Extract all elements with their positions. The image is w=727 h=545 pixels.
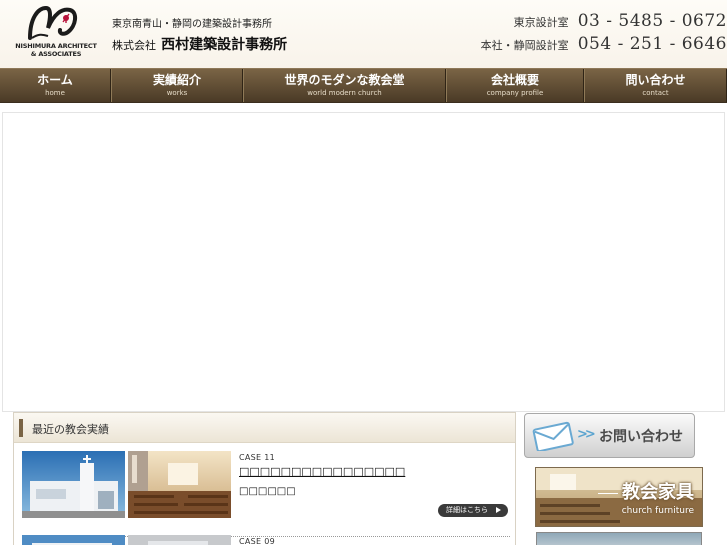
case-detail-button[interactable]: 詳細はこちら [438, 504, 508, 517]
company-logo[interactable]: NISHIMURA ARCHITECT & ASSOCIATES [6, 4, 102, 62]
church-furniture-banner[interactable]: 教会家具 church furniture [535, 467, 703, 527]
case-interior-thumbnail[interactable] [128, 535, 231, 545]
nav-world-modern-church[interactable]: 世界のモダンな教会堂 world modern church [243, 69, 446, 102]
sidebar-banner[interactable] [536, 532, 702, 545]
logo-line-2: & ASSOCIATES [30, 50, 82, 58]
company-name: 株式会社 西村建築設計事務所 [112, 34, 287, 54]
phone-shizuoka: 本社・静岡設計室 054 - 251 - 6646 [481, 34, 727, 54]
church-exterior-image [22, 451, 125, 518]
nav-label: ホーム [37, 73, 73, 87]
site-header: NISHIMURA ARCHITECT & ASSOCIATES 東京南青山・静… [0, 0, 727, 68]
case-item: CASE 11 □□□□□□□□□□□□□□□□ □□□□□□ 詳細はこちら [22, 451, 510, 537]
double-chevron-right-icon: >> [577, 427, 596, 442]
case-item: CASE 09 [22, 535, 510, 545]
nav-label: 問い合わせ [625, 73, 686, 87]
company-prefix: 株式会社 [112, 39, 156, 52]
detail-button-label: 詳細はこちら [446, 506, 488, 514]
nav-works[interactable]: 実績紹介 works [111, 69, 243, 102]
case-exterior-thumbnail[interactable] [22, 535, 125, 545]
church-exterior-image [22, 535, 125, 545]
recent-works-panel: 最近の教会実績 CASE 11 □□□□□□□□□□□□□□□□ □□□□□□ … [13, 412, 516, 545]
church-furniture-sublabel: church furniture [621, 506, 694, 516]
logo-text: NISHIMURA ARCHITECT & ASSOCIATES [6, 42, 106, 58]
site-tagline: 東京南青山・静岡の建築設計事務所 [112, 19, 272, 30]
phone-number: 03 - 5485 - 0672 [577, 11, 727, 31]
nav-sublabel: contact [642, 89, 669, 97]
logo-line-1: NISHIMURA ARCHITECT [15, 42, 97, 50]
church-interior-image [128, 451, 231, 518]
case-location: □□□□□□ [239, 486, 296, 497]
phone-label: 本社・静岡設計室 [480, 39, 569, 52]
envelope-icon [532, 421, 574, 451]
nav-sublabel: works [166, 89, 188, 97]
nav-label: 会社概要 [490, 73, 539, 87]
phone-number: 054 - 251 - 6646 [577, 34, 727, 54]
contact-banner-label: お問い合わせ [599, 429, 683, 445]
company-name-text: 西村建築設計事務所 [161, 37, 288, 53]
nav-contact[interactable]: 問い合わせ contact [584, 69, 727, 102]
nav-sublabel: company profile [486, 89, 544, 97]
nav-sublabel: world modern church [307, 89, 382, 97]
hero-area [2, 112, 725, 412]
case-exterior-thumbnail[interactable] [22, 451, 125, 518]
case-number: CASE 09 [239, 537, 276, 545]
main-nav: ホーム home 実績紹介 works 世界のモダンな教会堂 world mod… [0, 68, 727, 103]
nav-home[interactable]: ホーム home [0, 69, 111, 102]
phone-label: 東京設計室 [513, 16, 569, 29]
case-title-link[interactable]: □□□□□□□□□□□□□□□□ [239, 465, 405, 478]
nav-sublabel: home [45, 89, 65, 97]
logo-mark-icon [28, 5, 77, 40]
header-bar-decoration [19, 419, 23, 437]
case-interior-thumbnail[interactable] [128, 451, 231, 518]
page: NISHIMURA ARCHITECT & ASSOCIATES 東京南青山・静… [0, 0, 727, 545]
nav-label: 実績紹介 [152, 73, 201, 87]
church-interior-image [128, 535, 231, 545]
recent-works-title: 最近の教会実績 [32, 423, 109, 436]
nav-company-profile[interactable]: 会社概要 company profile [446, 69, 584, 102]
recent-works-header: 最近の教会実績 [14, 413, 515, 443]
case-number: CASE 11 [239, 453, 276, 462]
arrow-line-decoration [598, 493, 618, 494]
arrow-right-icon [496, 507, 501, 513]
contact-banner-button[interactable]: >> お問い合わせ [524, 413, 695, 458]
nav-label: 世界のモダンな教会堂 [284, 73, 405, 87]
church-furniture-label: 教会家具 [622, 482, 694, 503]
phone-tokyo: 東京設計室 03 - 5485 - 0672 [514, 11, 727, 31]
